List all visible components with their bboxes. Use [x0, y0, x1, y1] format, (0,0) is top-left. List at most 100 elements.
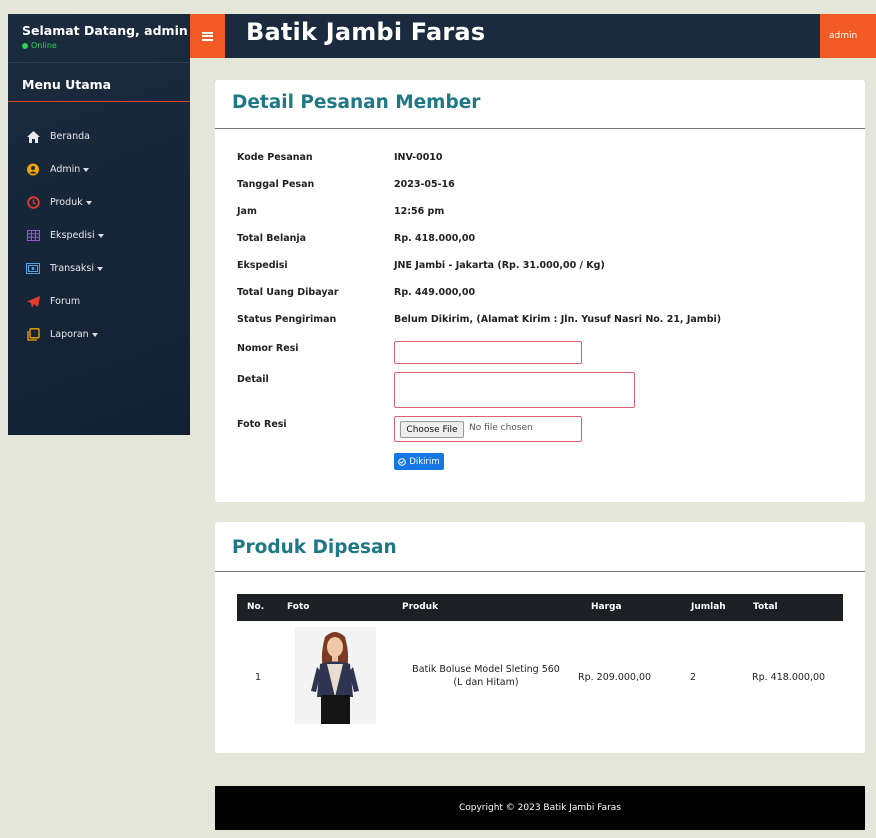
detail-row: Total Uang Dibayar Rp. 449.000,00 — [237, 287, 475, 298]
detail-label: Status Pengiriman — [237, 314, 337, 325]
sidebar-item-produk[interactable]: Produk — [8, 186, 190, 219]
hamburger-icon — [202, 30, 213, 42]
card-title: Detail Pesanan Member — [232, 92, 481, 113]
product-price: Rp. 209.000,00 — [578, 672, 652, 683]
send-icon — [26, 295, 40, 309]
sidebar-item-label: Ekspedisi — [50, 230, 95, 241]
caret-down-icon — [97, 233, 104, 238]
product-total: Rp. 418.000,00 — [752, 672, 826, 683]
footer: Copyright © 2023 Batik Jambi Faras — [215, 786, 865, 830]
detail-label: Total Uang Dibayar — [237, 287, 339, 298]
column-header: Produk — [402, 602, 439, 612]
detail-field-label: Detail — [237, 374, 269, 385]
file-status: No file chosen — [469, 423, 533, 433]
choose-file-button[interactable]: Choose File — [400, 421, 464, 438]
sidebar-item-label: Forum — [50, 296, 81, 307]
caret-down-icon — [91, 332, 98, 337]
top-navbar: Batik Jambi Faras admin — [190, 14, 876, 58]
sidebar-item-beranda[interactable]: Beranda — [8, 120, 190, 153]
form-row-detail: Detail — [237, 374, 394, 385]
sidebar-item-forum[interactable]: Forum — [8, 285, 190, 318]
menu-title: Menu Utama — [22, 77, 112, 92]
order-time: 12:56 pm — [394, 206, 445, 217]
shipping-status: Belum Dikirim, (Alamat Kirim : Jln. Yusu… — [394, 314, 722, 325]
cash-icon — [26, 262, 40, 276]
sidebar-item-laporan[interactable]: Laporan — [8, 318, 190, 351]
caret-down-icon — [85, 200, 92, 205]
sidebar-item-transaksi[interactable]: Transaksi — [8, 252, 190, 285]
sidebar-item-label: Transaksi — [50, 263, 95, 274]
sidebar-item-label: Admin — [50, 164, 81, 175]
column-header: Jumlah — [691, 602, 726, 612]
total-paid: Rp. 449.000,00 — [394, 287, 476, 298]
row-number: 1 — [255, 672, 262, 683]
detail-row: Kode Pesanan INV-0010 — [237, 152, 443, 163]
column-header: Total — [753, 602, 778, 612]
online-status: Online — [22, 41, 188, 50]
detail-row: Tanggal Pesan 2023-05-16 — [237, 179, 455, 190]
sidebar-item-ekspedisi[interactable]: Ekspedisi — [8, 219, 190, 252]
foto-resi-file-input[interactable]: Choose File No file chosen — [394, 416, 582, 442]
detail-row: Jam 12:56 pm — [237, 206, 444, 217]
detail-row: Ekspedisi JNE Jambi - Jakarta (Rp. 31.00… — [237, 260, 605, 271]
caret-down-icon — [83, 167, 90, 172]
detail-label: Jam — [237, 206, 257, 217]
card-divider — [215, 571, 865, 572]
form-row-nomor-resi: Nomor Resi — [237, 343, 394, 354]
nomor-resi-label: Nomor Resi — [237, 343, 299, 354]
detail-label: Kode Pesanan — [237, 152, 313, 163]
detail-textarea[interactable] — [394, 372, 635, 408]
detail-label: Ekspedisi — [237, 260, 288, 271]
detail-row: Status Pengiriman Belum Dikirim, (Alamat… — [237, 314, 721, 325]
detail-label: Total Belanja — [237, 233, 307, 244]
order-detail-card: Detail Pesanan Member Kode Pesanan INV-0… — [215, 80, 865, 502]
order-code: INV-0010 — [394, 152, 443, 163]
user-greeting: Selamat Datang, admin — [22, 23, 188, 38]
caret-down-icon — [97, 266, 104, 271]
sidebar-menu: Beranda Admin Produk Ekspedisi Transaksi — [8, 120, 190, 351]
column-header: Harga — [591, 602, 622, 612]
brand-title: Batik Jambi Faras — [246, 18, 486, 46]
product-name-line2: (L dan Hitam) — [453, 677, 519, 688]
form-row-foto-resi: Foto Resi — [237, 419, 394, 430]
card-divider — [215, 128, 865, 129]
table-header: No. Foto Produk Harga Jumlah Total — [237, 594, 843, 621]
card-title: Produk Dipesan — [232, 537, 397, 558]
user-menu-button[interactable]: admin — [820, 14, 876, 58]
user-menu-label: admin — [829, 31, 858, 41]
sidebar-item-admin[interactable]: Admin — [8, 153, 190, 186]
product-name-line1: Batik Boluse Model Sleting 560 — [412, 664, 560, 675]
submit-label: Dikirim — [409, 456, 440, 467]
sidebar-item-label: Laporan — [50, 329, 89, 340]
ordered-products-card: Produk Dipesan No. Foto Produk Harga Jum… — [215, 522, 865, 753]
users-icon — [26, 163, 40, 177]
foto-resi-label: Foto Resi — [237, 419, 287, 430]
copyright-text: Copyright © 2023 Batik Jambi Faras — [458, 803, 622, 813]
online-status-label: Online — [31, 41, 57, 50]
home-icon — [26, 130, 40, 144]
check-circle-icon — [398, 457, 407, 466]
sidebar-item-label: Produk — [50, 197, 83, 208]
menu-title-underline — [8, 101, 190, 102]
copy-icon — [26, 328, 40, 342]
product-name: Batik Boluse Model Sleting 560 (L dan Hi… — [411, 663, 561, 689]
column-header: Foto — [287, 602, 310, 612]
grid-icon — [26, 229, 40, 243]
detail-row: Total Belanja Rp. 418.000,00 — [237, 233, 475, 244]
sidebar-divider — [8, 62, 190, 63]
clock-icon — [26, 196, 40, 210]
detail-label: Tanggal Pesan — [237, 179, 315, 190]
product-photo — [295, 627, 376, 724]
shipping-service: JNE Jambi - Jakarta (Rp. 31.000,00 / Kg) — [394, 260, 605, 271]
submit-shipped-button[interactable]: Dikirim — [394, 453, 444, 470]
sidebar-item-label: Beranda — [50, 131, 90, 142]
user-panel: Selamat Datang, admin Online — [22, 23, 188, 50]
order-date: 2023-05-16 — [394, 179, 455, 190]
menu-toggle-button[interactable] — [190, 14, 225, 58]
column-header: No. — [247, 602, 265, 612]
online-dot-icon — [22, 42, 28, 49]
order-subtotal: Rp. 418.000,00 — [394, 233, 476, 244]
product-quantity: 2 — [690, 672, 697, 683]
sidebar: Selamat Datang, admin Online Menu Utama … — [8, 14, 190, 435]
nomor-resi-input[interactable] — [394, 341, 582, 364]
